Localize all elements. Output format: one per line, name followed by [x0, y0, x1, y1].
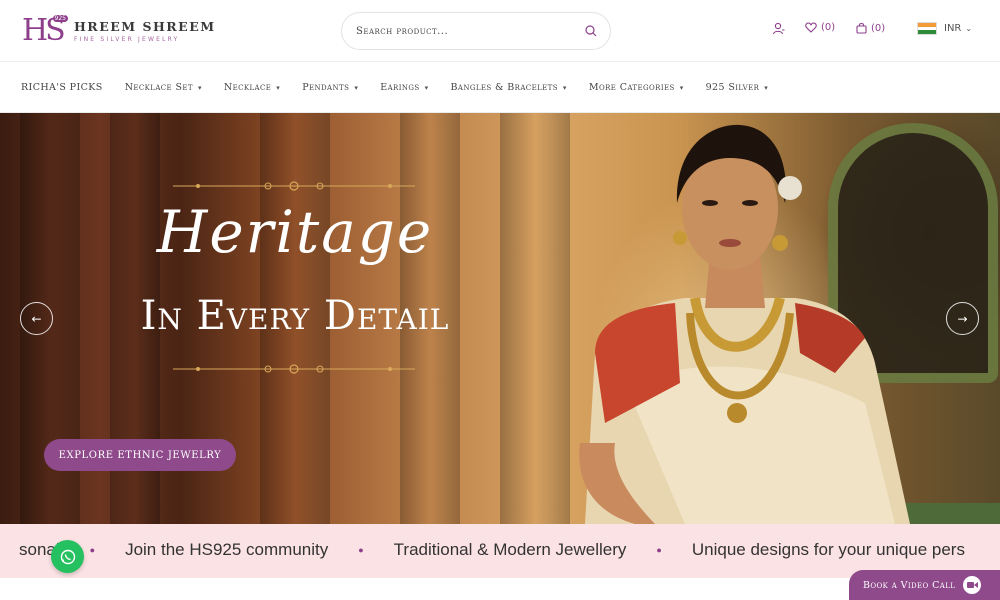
- marquee-separator: ●: [358, 545, 364, 555]
- bag-icon: [856, 22, 867, 34]
- hero-banner: Heritage In Every Detail EXPLORE ETHNIC …: [0, 113, 1000, 524]
- marquee-item: Unique designs for your unique pers: [691, 540, 965, 559]
- user-icon: [772, 22, 785, 35]
- brand-name: HREEM SHREEM: [74, 19, 216, 34]
- wishlist-link[interactable]: (0): [805, 22, 835, 33]
- hero-main-title: In Every Detail: [140, 293, 450, 339]
- nav-item-label: Necklace: [223, 82, 272, 93]
- site-header: HS 925 HREEM SHREEM FINE SILVER JEWELRY …: [0, 0, 1000, 62]
- curtain-fold: [500, 113, 570, 524]
- account-link[interactable]: [772, 22, 785, 35]
- currency-selector[interactable]: INR ⌄: [917, 22, 972, 35]
- nav-item[interactable]: 925 Silver ▾: [706, 82, 769, 93]
- nav-item[interactable]: Earings ▾: [380, 82, 428, 93]
- nav-item[interactable]: Bangles & Bracelets ▾: [451, 82, 567, 93]
- book-video-call-button[interactable]: Book a Video Call: [849, 570, 1000, 600]
- chevron-down-icon: ▾: [764, 83, 769, 92]
- video-camera-icon: [963, 576, 982, 594]
- nav-item[interactable]: RICHA'S PICKS: [21, 82, 103, 93]
- hero-script-title: Heritage: [156, 198, 434, 266]
- cart-link[interactable]: (0): [856, 22, 885, 34]
- cart-count: (0): [871, 22, 886, 34]
- whatsapp-icon: [60, 549, 75, 564]
- brand-logo[interactable]: HS 925 HREEM SHREEM FINE SILVER JEWELRY: [22, 12, 216, 50]
- slider-prev-button[interactable]: ←: [20, 302, 53, 335]
- chevron-down-icon: ▾: [562, 83, 567, 92]
- nav-item-label: More Categories: [588, 82, 675, 93]
- announcement-marquee: sonal ● Join the HS925 community ● Tradition…: [0, 524, 1000, 578]
- nav-item-label: Necklace Set: [124, 82, 193, 93]
- nav-item-label: 925 Silver: [705, 82, 760, 93]
- slider-next-button[interactable]: →: [946, 302, 979, 335]
- chevron-down-icon: ▾: [276, 83, 281, 92]
- nav-item[interactable]: Necklace Set ▾: [125, 82, 202, 93]
- model-photo: [579, 124, 910, 524]
- search-icon[interactable]: [584, 24, 598, 38]
- brand-tagline: FINE SILVER JEWELRY: [74, 36, 180, 43]
- wishlist-count: (0): [821, 22, 836, 33]
- ornament-divider-top: [173, 181, 415, 191]
- nav-item-label: Pendants: [302, 82, 350, 93]
- marquee-item: Traditional & Modern Jewellery: [393, 540, 627, 559]
- chevron-down-icon: ▾: [197, 83, 202, 92]
- main-navigation: RICHA'S PICKS Necklace Set ▾ Necklace ▾ Penda…: [0, 63, 1000, 113]
- ornament-divider-bottom: [173, 364, 415, 374]
- india-flag-icon: [917, 22, 937, 35]
- chevron-down-icon: ▾: [354, 83, 359, 92]
- arrow-left-icon: ←: [31, 311, 42, 326]
- arrow-right-icon: →: [957, 311, 968, 326]
- chevron-down-icon: ▾: [424, 83, 429, 92]
- logo-badge: 925: [52, 15, 68, 22]
- chevron-down-icon: ⌄: [965, 24, 973, 33]
- logo-text: HREEM SHREEM FINE SILVER JEWELRY: [74, 19, 216, 43]
- marquee-track: sonal ● Join the HS925 community ● Tradition…: [19, 540, 965, 560]
- nav-item-label: Earings: [380, 82, 420, 93]
- nav-item[interactable]: More Categories ▾: [589, 82, 684, 93]
- currency-label: INR: [944, 23, 962, 34]
- search-input[interactable]: [356, 25, 576, 37]
- marquee-item: Join the HS925 community: [125, 540, 329, 559]
- video-call-label: Book a Video Call: [863, 579, 956, 591]
- logo-mark: HS 925: [22, 13, 68, 49]
- explore-ethnic-jewelry-button[interactable]: EXPLORE ETHNIC JEWELRY: [44, 439, 236, 471]
- whatsapp-chat-button[interactable]: [51, 540, 84, 573]
- heart-icon: [805, 22, 817, 33]
- marquee-separator: ●: [656, 545, 662, 555]
- nav-item[interactable]: Necklace ▾: [224, 82, 280, 93]
- nav-item-label: RICHA'S PICKS: [21, 82, 103, 93]
- chevron-down-icon: ▾: [679, 83, 684, 92]
- nav-item[interactable]: Pendants ▾: [302, 82, 358, 93]
- nav-item-label: Bangles & Bracelets: [450, 82, 558, 93]
- search-bar: [341, 12, 611, 50]
- marquee-separator: ●: [89, 545, 96, 555]
